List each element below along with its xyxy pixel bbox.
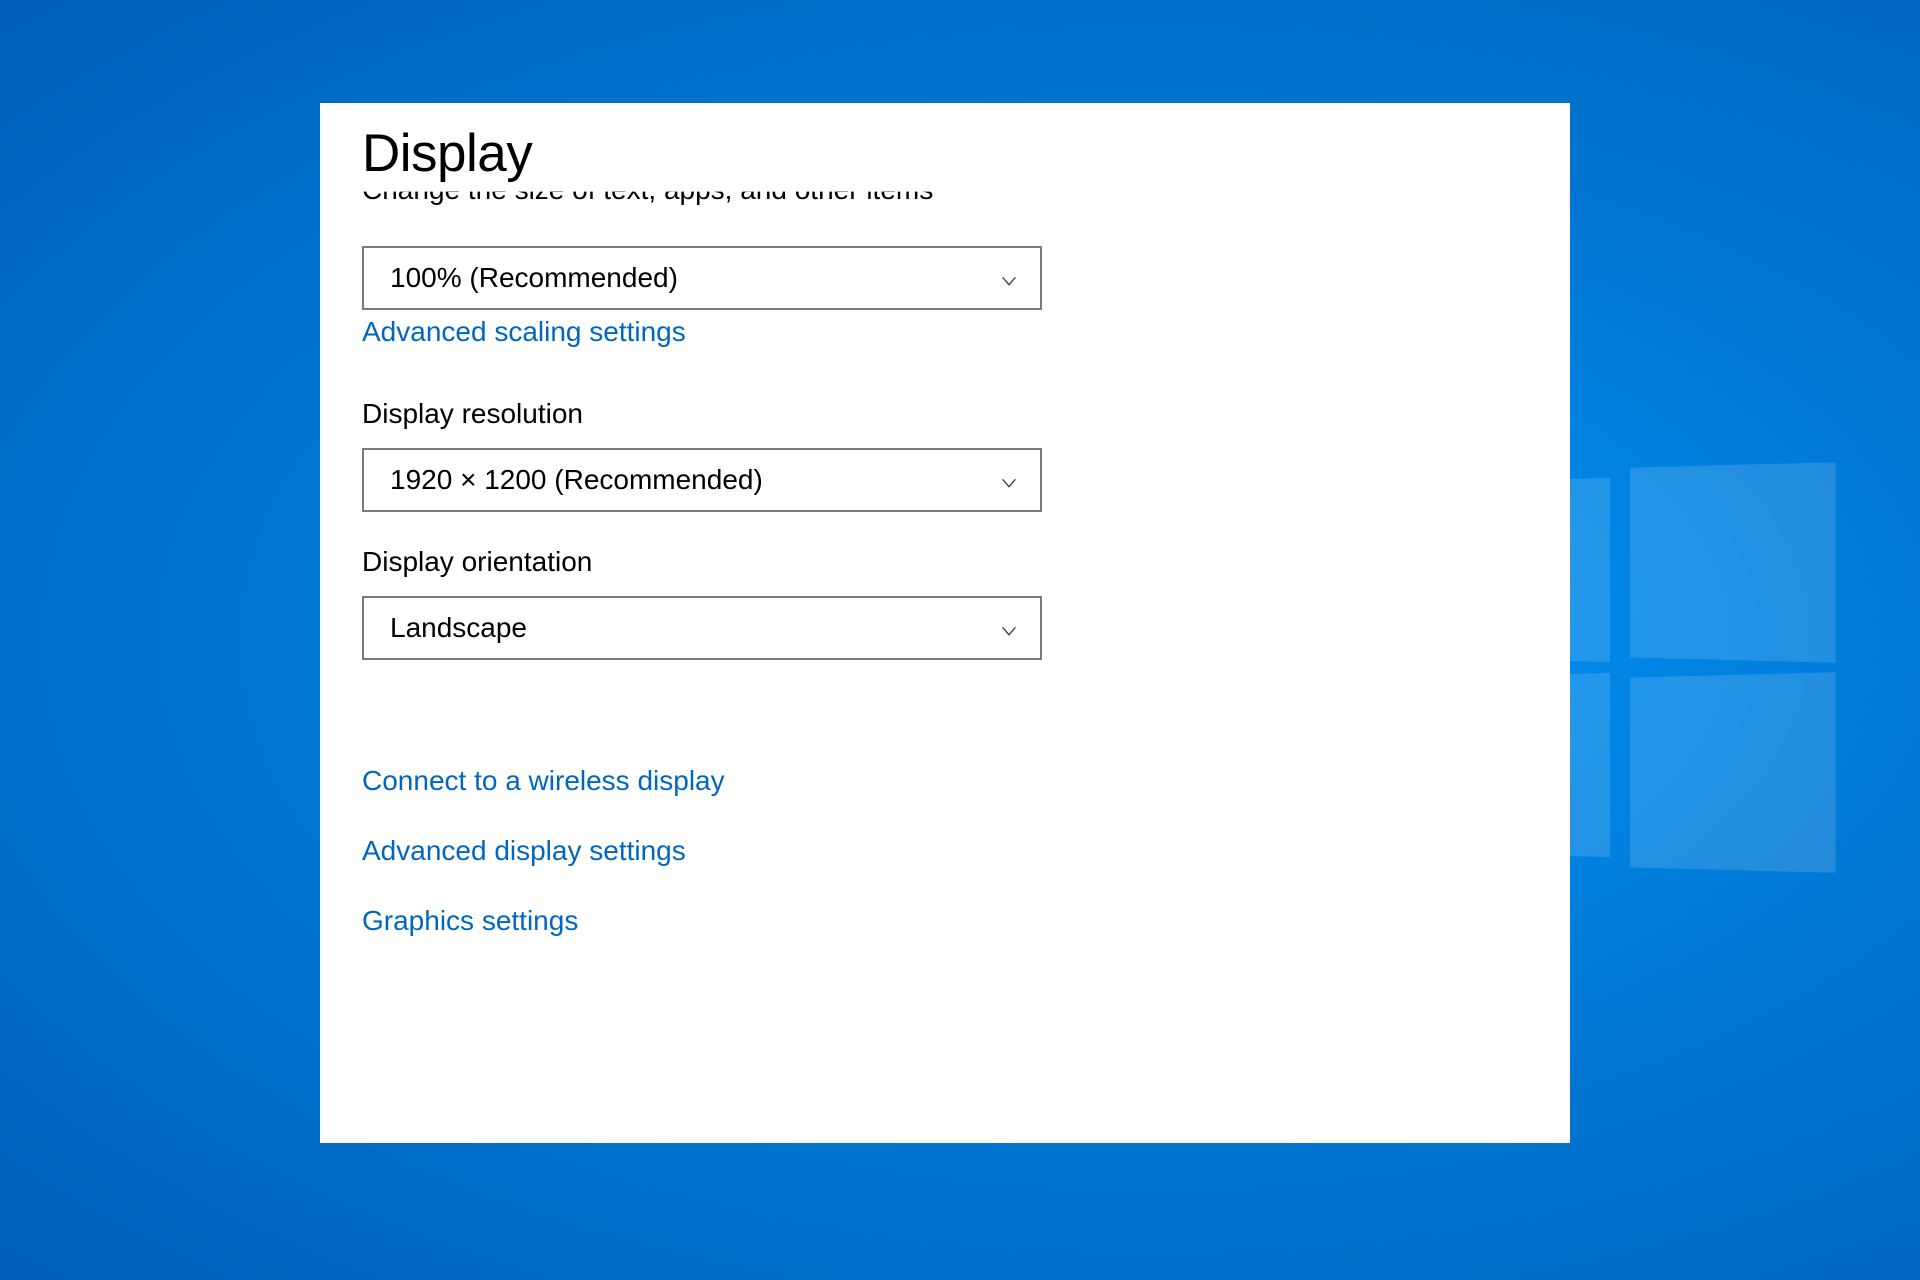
- graphics-settings-link[interactable]: Graphics settings: [362, 905, 1528, 937]
- additional-links-section: Connect to a wireless display Advanced d…: [362, 765, 1528, 937]
- display-settings-content: Change the size of text, apps, and other…: [320, 190, 1570, 937]
- wireless-display-link[interactable]: Connect to a wireless display: [362, 765, 1528, 797]
- resolution-label: Display resolution: [362, 398, 1528, 430]
- resolution-selected-value: 1920 × 1200 (Recommended): [390, 464, 763, 496]
- chevron-down-icon: [998, 617, 1020, 639]
- advanced-scaling-link[interactable]: Advanced scaling settings: [362, 316, 686, 348]
- page-title: Display: [320, 103, 1570, 192]
- orientation-setting-group: Display orientation Landscape: [362, 546, 1528, 660]
- orientation-dropdown[interactable]: Landscape: [362, 596, 1042, 660]
- scaling-dropdown[interactable]: 100% (Recommended): [362, 246, 1042, 310]
- orientation-selected-value: Landscape: [390, 612, 527, 644]
- scaling-selected-value: 100% (Recommended): [390, 262, 678, 294]
- advanced-display-link[interactable]: Advanced display settings: [362, 835, 1528, 867]
- resolution-dropdown[interactable]: 1920 × 1200 (Recommended): [362, 448, 1042, 512]
- settings-window: Display Change the size of text, apps, a…: [320, 103, 1570, 1143]
- resolution-setting-group: Display resolution 1920 × 1200 (Recommen…: [362, 398, 1528, 512]
- chevron-down-icon: [998, 267, 1020, 289]
- chevron-down-icon: [998, 469, 1020, 491]
- orientation-label: Display orientation: [362, 546, 1528, 578]
- scaling-setting-group: 100% (Recommended) Advanced scaling sett…: [362, 246, 1528, 348]
